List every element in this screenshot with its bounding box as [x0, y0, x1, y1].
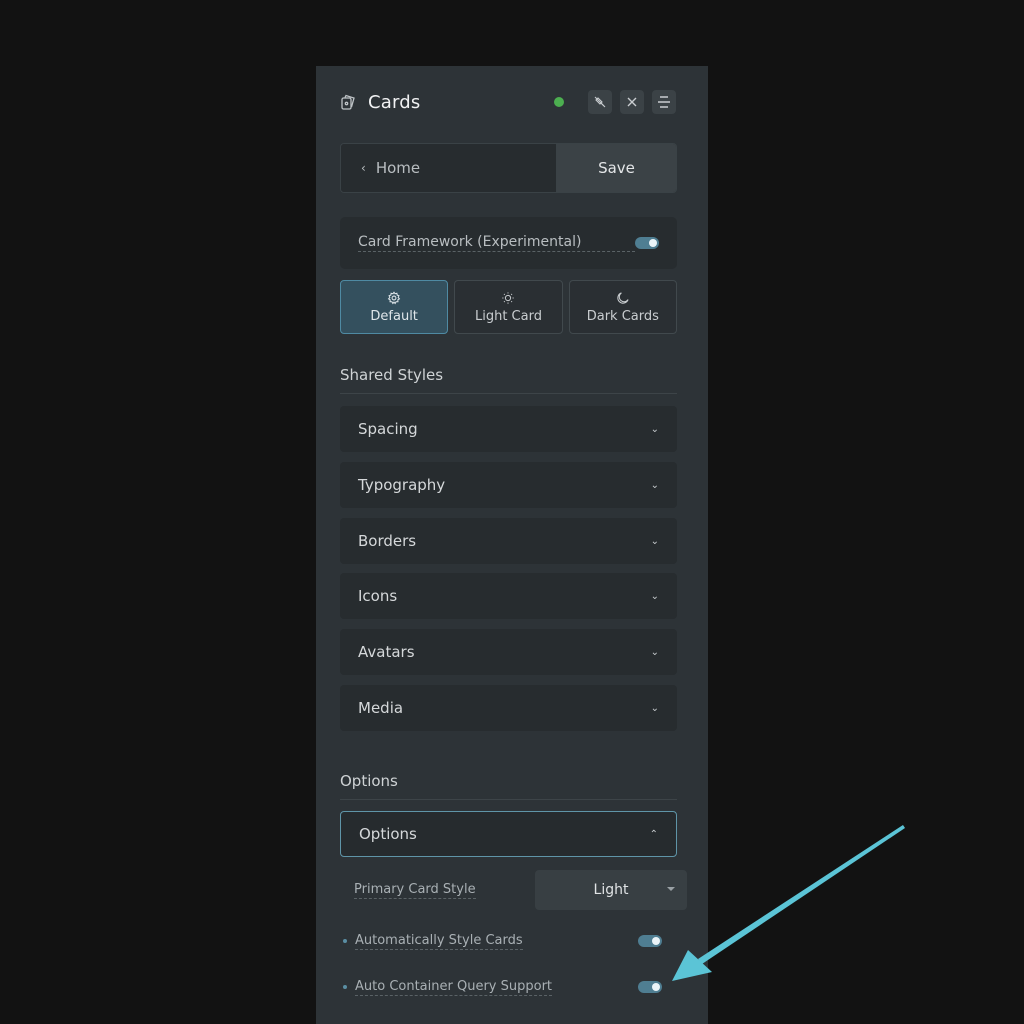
auto-style-cards-toggle[interactable]: [638, 935, 662, 947]
chevron-down-icon: ⌄: [650, 535, 659, 547]
chevron-down-icon: ⌄: [650, 590, 659, 602]
menu-button[interactable]: [652, 90, 676, 114]
primary-card-style-row: Primary Card Style Light: [340, 870, 687, 910]
card-framework-toggle[interactable]: [635, 237, 659, 249]
bullet-icon: [343, 939, 347, 943]
accordion-options[interactable]: Options ⌃: [340, 811, 677, 857]
accordion-media[interactable]: Media ⌄: [340, 685, 677, 731]
auto-container-query-toggle[interactable]: [638, 981, 662, 993]
primary-card-style-select[interactable]: Light: [535, 870, 687, 910]
nav-bar: ‹ Home Save: [340, 143, 677, 193]
save-label: Save: [598, 159, 635, 177]
arrow-shaft-icon: [698, 825, 905, 964]
accordion-spacing[interactable]: Spacing ⌄: [340, 406, 677, 452]
panel-header: Cards: [340, 88, 676, 116]
accordion-avatars[interactable]: Avatars ⌄: [340, 629, 677, 675]
unpin-icon: [594, 96, 606, 108]
chevron-down-icon: ⌄: [650, 479, 659, 491]
save-button[interactable]: Save: [557, 144, 676, 192]
close-button[interactable]: [620, 90, 644, 114]
cards-icon: [340, 94, 356, 110]
mode-label: Dark Cards: [586, 308, 659, 324]
accordion-label: Avatars: [358, 643, 415, 661]
accordion-label: Typography: [358, 476, 446, 494]
home-label: Home: [375, 159, 421, 177]
sun-icon: [502, 291, 515, 304]
mode-light-card[interactable]: Light Card: [454, 280, 563, 334]
mode-label: Light Card: [474, 308, 542, 324]
moon-icon: [617, 291, 629, 304]
chevron-down-icon: ⌄: [650, 702, 659, 714]
card-framework-label: Card Framework (Experimental): [358, 234, 635, 252]
menu-icon: [658, 96, 670, 108]
chevron-up-icon: ⌃: [649, 828, 658, 840]
auto-container-query-row: Auto Container Query Support: [340, 978, 677, 996]
card-framework-row: Card Framework (Experimental): [340, 217, 677, 269]
caret-down-icon: [667, 887, 675, 891]
auto-style-cards-row: Automatically Style Cards: [340, 932, 677, 950]
accordion-label: Options: [359, 825, 417, 843]
select-value: Light: [593, 882, 629, 898]
mode-label: Default: [370, 308, 418, 324]
auto-container-query-label: Auto Container Query Support: [355, 978, 553, 996]
mode-default[interactable]: Default: [340, 280, 449, 334]
card-mode-selector: Default Light Card Dark Cards: [340, 280, 677, 334]
toggle-knob: [652, 937, 660, 945]
bullet-icon: [343, 985, 347, 989]
cards-panel: Cards ‹ Home Save Card Framework (Experi…: [316, 66, 708, 1024]
accordion-label: Media: [358, 699, 404, 717]
chevron-left-icon: ‹: [361, 161, 366, 175]
chevron-down-icon: ⌄: [650, 423, 659, 435]
chevron-down-icon: ⌄: [650, 646, 659, 658]
options-heading: Options: [340, 772, 677, 800]
accordion-typography[interactable]: Typography ⌄: [340, 462, 677, 508]
accordion-icons[interactable]: Icons ⌄: [340, 573, 677, 619]
auto-style-cards-label: Automatically Style Cards: [355, 932, 523, 950]
mode-dark-cards[interactable]: Dark Cards: [568, 280, 677, 334]
accordion-borders[interactable]: Borders ⌄: [340, 518, 677, 564]
primary-card-style-label: Primary Card Style: [354, 881, 476, 899]
toggle-knob: [652, 983, 660, 991]
accordion-label: Icons: [358, 587, 398, 605]
shared-styles-heading: Shared Styles: [340, 366, 677, 394]
accordion-label: Borders: [358, 532, 417, 550]
panel-title: Cards: [368, 91, 421, 113]
close-icon: [627, 97, 637, 107]
home-button[interactable]: ‹ Home: [341, 144, 557, 192]
unpin-button[interactable]: [588, 90, 612, 114]
gear-icon: [387, 290, 401, 304]
accordion-label: Spacing: [358, 420, 418, 438]
status-indicator: [554, 97, 564, 107]
toggle-knob: [649, 239, 657, 247]
